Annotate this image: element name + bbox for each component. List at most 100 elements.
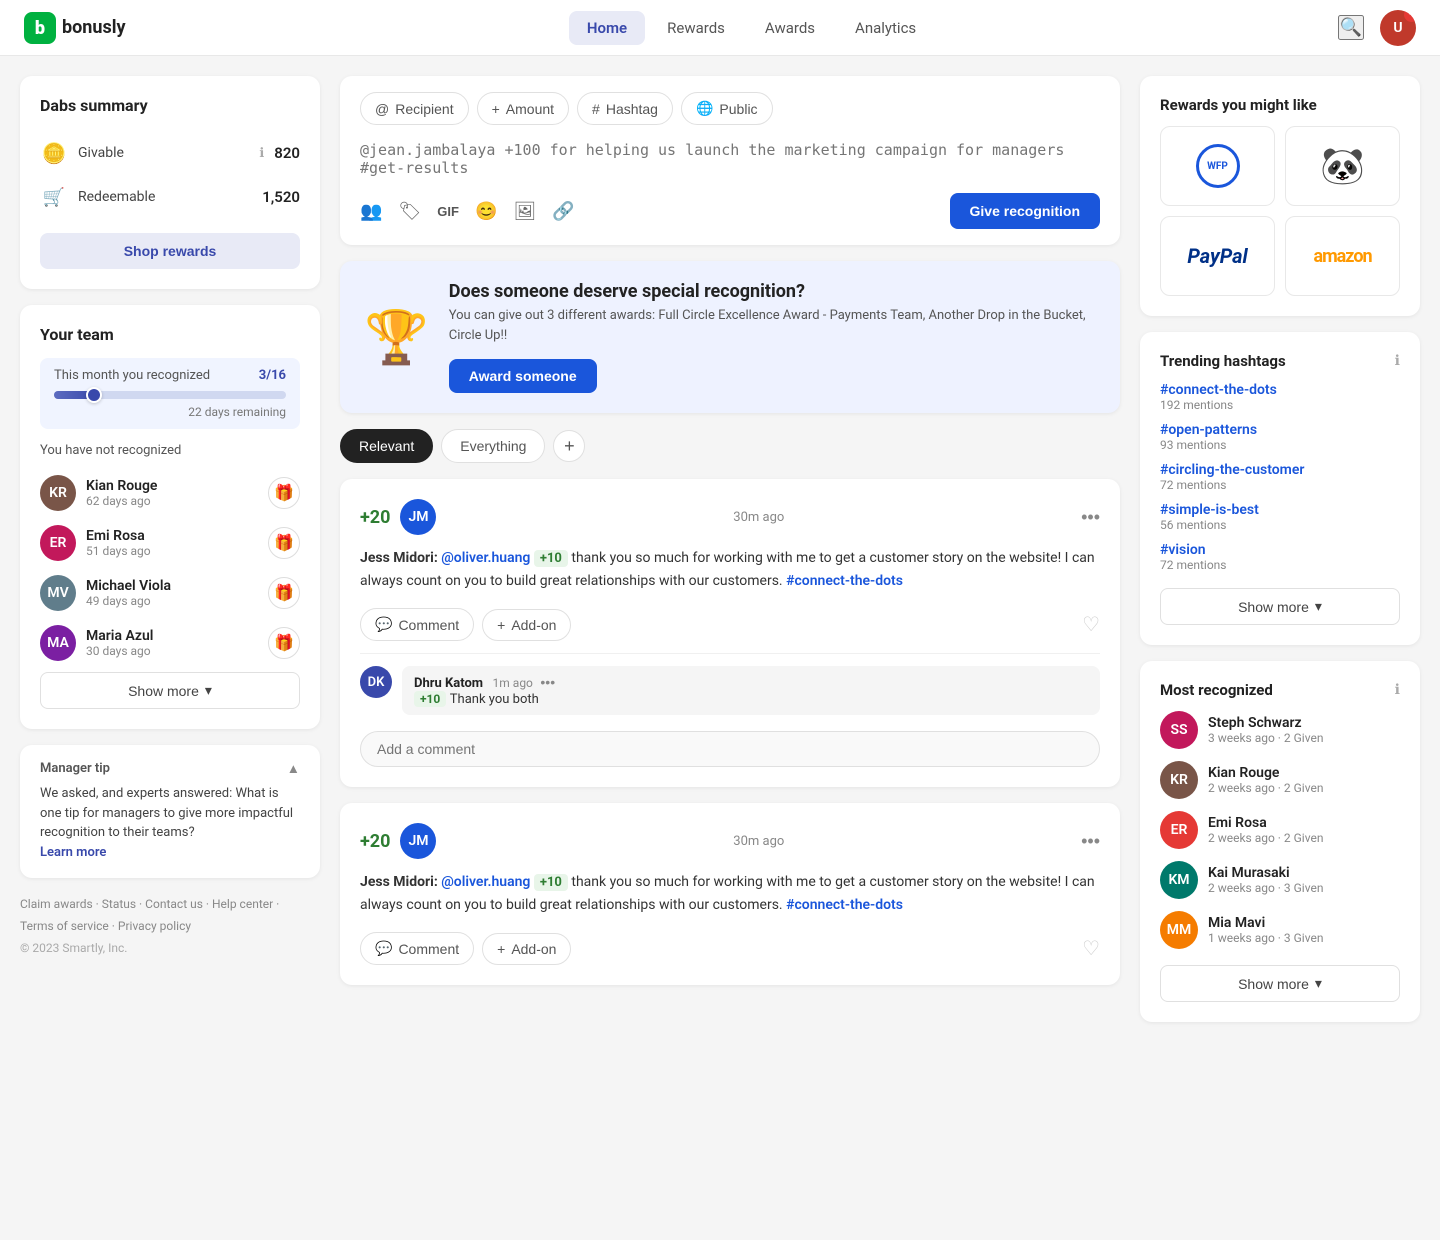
like-button[interactable]: ♡ [1082,612,1100,637]
award-someone-button[interactable]: Award someone [449,359,597,393]
most-recognized-show-more-button[interactable]: Show more ▾ [1160,965,1400,1002]
hashtag-name[interactable]: #open-patterns [1160,422,1400,438]
post-mention[interactable]: @oliver.huang [441,550,530,566]
logo[interactable]: b bonusly [24,12,126,44]
post-sender-avatar: JM [400,499,436,535]
plus-icon-2: + [497,941,505,957]
post-actions: 💬 Comment + Add-on ♡ [360,608,1100,641]
info-icon-2[interactable]: ℹ [1395,682,1400,698]
hashtag-icon: # [592,101,600,117]
add-comment-input[interactable] [360,731,1100,767]
comment-button-2[interactable]: 💬 Comment [360,932,474,965]
tab-relevant[interactable]: Relevant [340,429,433,463]
comment: DK Dhru Katom 1m ago ••• +10 Thank you b… [360,666,1100,715]
trending-show-more-button[interactable]: Show more ▾ [1160,588,1400,625]
compose-toolbar: @ Recipient + Amount # Hashtag 🌐 Public [360,92,1100,125]
manager-tip-collapse-button[interactable]: ▲ [287,761,300,776]
footer-terms[interactable]: Terms of service [20,919,109,933]
recognized-avatar-emi: ER [1160,811,1198,849]
trending-hashtags-card: Trending hashtags ℹ #connect-the-dots 19… [1140,332,1420,645]
dabs-title: Dabs summary [40,96,300,115]
comment-button[interactable]: 💬 Comment [360,608,474,641]
addon-button-2[interactable]: + Add-on [482,933,571,965]
group-icon[interactable]: 👥 [360,201,382,222]
image-icon[interactable]: 🖼 [513,201,536,222]
post-time: 30m ago [733,510,784,525]
emoji-icon[interactable]: 😊 [475,201,497,222]
public-pill[interactable]: 🌐 Public [681,92,773,125]
progress-bar [54,391,286,399]
main-feed: @ Recipient + Amount # Hashtag 🌐 Public [340,76,1120,1022]
hashtag-name[interactable]: #connect-the-dots [1160,382,1400,398]
nav-awards[interactable]: Awards [747,11,833,45]
post-actions-2: 💬 Comment + Add-on ♡ [360,932,1100,965]
nav-analytics[interactable]: Analytics [837,11,934,45]
manager-tip-learn-more-link[interactable]: Learn more [40,845,106,860]
hashtag-item: #connect-the-dots 192 mentions [1160,382,1400,412]
hashtag-pill[interactable]: # Hashtag [577,92,673,125]
globe-icon: 🌐 [696,100,713,117]
post-body: Jess Midori: @oliver.huang +10 thank you… [360,547,1100,592]
hashtag-name[interactable]: #simple-is-best [1160,502,1400,518]
redeemable-label: Redeemable [78,189,252,205]
manager-tip-card: Manager tip ▲ We asked, and experts answ… [20,745,320,878]
hashtag-name[interactable]: #vision [1160,542,1400,558]
rewards-grid: WFP 🐼 PayPal amazon [1160,126,1400,296]
add-tab-button[interactable]: + [553,430,585,462]
info-icon[interactable]: ℹ [1395,353,1400,369]
reward-wfp[interactable]: WFP [1160,126,1275,206]
avatar[interactable]: U 4 [1380,10,1416,46]
post-menu-button[interactable]: ••• [1081,507,1100,528]
footer-status[interactable]: Status [102,897,136,911]
recognized-item: ER Emi Rosa 2 weeks ago · 2 Given [1160,811,1400,849]
nav-right: 🔍 U 4 [1338,10,1416,46]
footer-privacy[interactable]: Privacy policy [118,919,191,933]
recognize-kian-button[interactable]: 🎁 [268,477,300,509]
team-show-more-button[interactable]: Show more ▾ [40,672,300,709]
recognized-detail: 1 weeks ago · 3 Given [1208,931,1400,945]
post-mention-2[interactable]: @oliver.huang [441,874,530,890]
post-points-2: +20 [360,831,390,852]
recipient-pill[interactable]: @ Recipient [360,92,469,125]
addon-button[interactable]: + Add-on [482,609,571,641]
comment-icon-2: 💬 [375,940,392,957]
recognize-emi-button[interactable]: 🎁 [268,527,300,559]
member-ago: 51 days ago [86,544,258,558]
footer-contact[interactable]: Contact us [145,897,203,911]
gif-icon[interactable]: GIF [437,201,459,222]
post-hashtag-2[interactable]: #connect-the-dots [786,897,903,913]
comment-menu-button[interactable]: ••• [540,674,555,690]
footer-claim-awards[interactable]: Claim awards [20,897,93,911]
tab-everything[interactable]: Everything [441,429,545,463]
hashtag-name[interactable]: #circling-the-customer [1160,462,1400,478]
give-recognition-button[interactable]: Give recognition [950,193,1100,229]
post-hashtag[interactable]: #connect-the-dots [786,573,903,589]
post-body-2: Jess Midori: @oliver.huang +10 thank you… [360,871,1100,916]
compose-icon-row: 👥 🏷 GIF 😊 🖼 🔗 [360,201,575,222]
shop-rewards-button[interactable]: Shop rewards [40,233,300,269]
comment-section: DK Dhru Katom 1m ago ••• +10 Thank you b… [360,653,1100,767]
recognize-maria-button[interactable]: 🎁 [268,627,300,659]
comment-points: +10 [414,691,446,707]
search-icon[interactable]: 🔍 [1338,15,1364,40]
member-ago: 30 days ago [86,644,258,658]
nav-rewards[interactable]: Rewards [649,11,743,45]
amount-pill[interactable]: + Amount [477,92,569,125]
avatar-badge: 4 [1404,10,1416,22]
reward-wwf[interactable]: 🐼 [1285,126,1400,206]
compose-input[interactable] [360,137,1100,189]
award-banner: 🏆 Does someone deserve special recogniti… [340,261,1120,413]
post-time-2: 30m ago [733,834,784,849]
hashtag-item: #vision 72 mentions [1160,542,1400,572]
reward-paypal[interactable]: PayPal [1160,216,1275,296]
reward-amazon[interactable]: amazon [1285,216,1400,296]
recognize-michael-button[interactable]: 🎁 [268,577,300,609]
post-menu-button-2[interactable]: ••• [1081,831,1100,852]
award-title: Does someone deserve special recognition… [449,281,1096,302]
member-name: Emi Rosa [86,528,258,544]
like-button-2[interactable]: ♡ [1082,936,1100,961]
nav-home[interactable]: Home [569,11,645,45]
footer-help[interactable]: Help center [212,897,273,911]
tag-icon[interactable]: 🏷 [398,201,421,222]
link-icon[interactable]: 🔗 [552,201,574,222]
